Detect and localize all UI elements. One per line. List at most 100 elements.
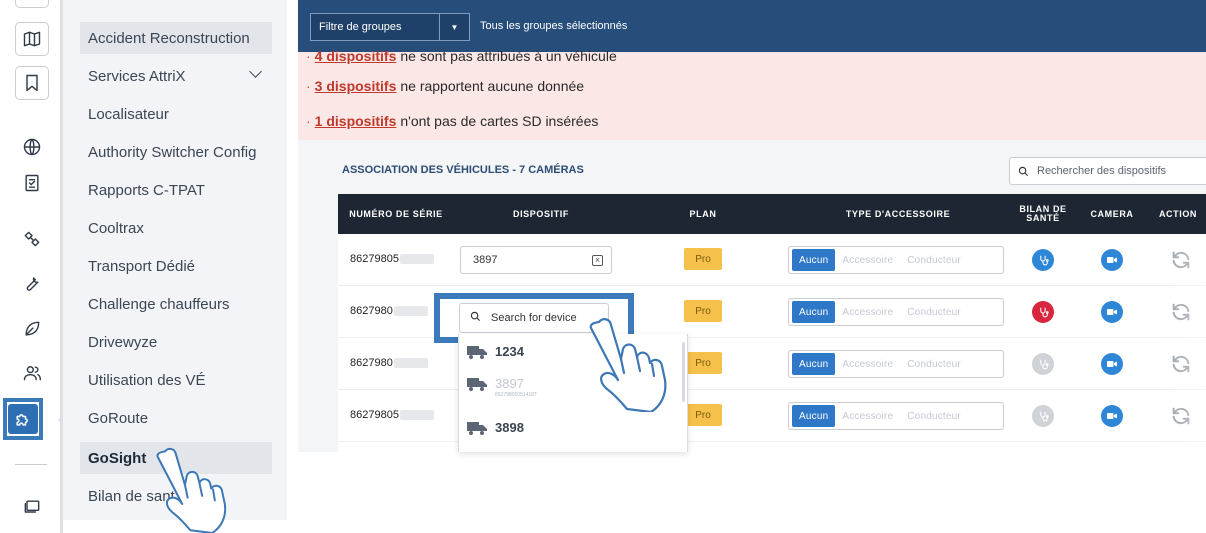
camera-icon[interactable]	[1101, 405, 1123, 427]
submenu-item-cooltrax[interactable]: Cooltrax	[80, 212, 272, 244]
chat-icon[interactable]	[15, 490, 49, 524]
submenu-item-authority-switcher[interactable]: Authority Switcher Config	[80, 136, 272, 168]
serial-number: 8627980	[350, 305, 393, 317]
caret-down-icon[interactable]: ▼	[439, 14, 469, 40]
plan-badge: Pro	[684, 404, 722, 426]
accessory-option-accessory[interactable]: Accessoire	[835, 353, 900, 375]
submenu-item-label: Cooltrax	[88, 219, 144, 237]
serial-redaction	[393, 306, 428, 317]
camera-icon[interactable]	[1101, 249, 1123, 271]
accessory-option-none[interactable]: Aucun	[792, 353, 836, 375]
globe-icon[interactable]	[15, 130, 49, 164]
device-option[interactable]: 3898	[467, 420, 524, 435]
addins-submenu: Accident Reconstruction Services AttriX …	[63, 0, 287, 520]
accessory-option-driver[interactable]: Conducteur	[900, 353, 968, 375]
submenu-item-label: Authority Switcher Config	[88, 143, 257, 161]
alert-text: ne rapportent aucune donnée	[400, 78, 585, 94]
submenu-item-localisateur[interactable]: Localisateur	[80, 98, 272, 130]
alert-count-link[interactable]: 4 dispositifs	[315, 48, 397, 64]
accessory-option-accessory[interactable]: Accessoire	[835, 249, 900, 271]
report-icon[interactable]	[15, 166, 49, 200]
submenu-item-label: Accident Reconstruction	[88, 29, 250, 47]
serial-number: 86279805	[350, 409, 399, 421]
submenu-item-transport-dedie[interactable]: Transport Dédié	[80, 250, 272, 282]
submenu-item-accident-reconstruction[interactable]: Accident Reconstruction	[80, 22, 272, 54]
alert-no-data: · 3 dispositifs ne rapportent aucune donné…	[306, 78, 585, 94]
dropdown-scrollbar[interactable]	[682, 342, 685, 402]
accessory-option-driver[interactable]: Conducteur	[900, 405, 968, 427]
submenu-item-utilisation-ve[interactable]: Utilisation des VÉ	[80, 364, 272, 396]
device-option-name: 3897	[495, 376, 524, 391]
section-title: ASSOCIATION DES VÉHICULES - 7 CAMÉRAS	[342, 164, 584, 176]
camera-icon[interactable]	[1101, 353, 1123, 375]
submenu-item-drivewyze[interactable]: Drivewyze	[80, 326, 272, 358]
stethoscope-icon[interactable]	[1032, 249, 1054, 271]
alert-no-sd: · 1 dispositifs n'ont pas de cartes SD ins…	[306, 113, 599, 129]
camera-icon[interactable]	[1101, 301, 1123, 323]
device-value: 3897	[473, 254, 498, 266]
accessory-option-accessory[interactable]: Accessoire	[835, 301, 900, 323]
submenu-item-label: Utilisation des VÉ	[88, 371, 206, 389]
column-header-health[interactable]: BILAN DE SANTÉ	[1018, 194, 1068, 234]
people-icon[interactable]	[15, 356, 49, 390]
stethoscope-icon[interactable]	[1032, 301, 1054, 323]
leaf-icon[interactable]	[15, 312, 49, 346]
alert-count-link[interactable]: 3 dispositifs	[315, 78, 397, 94]
accessory-segmented-control: Aucun Accessoire Conducteur	[788, 246, 1004, 274]
accessory-option-none[interactable]: Aucun	[792, 405, 836, 427]
truck-icon	[467, 421, 487, 435]
device-select[interactable]: 3897 ×	[460, 246, 612, 274]
serial-number: 8627980	[350, 357, 393, 369]
submenu-item-label: Transport Dédié	[88, 257, 195, 275]
column-header-camera[interactable]: CAMERA	[1084, 194, 1140, 234]
submenu-item-label: Rapports C-TPAT	[88, 181, 205, 199]
plan-badge: Pro	[684, 248, 722, 270]
device-option[interactable]: 1234	[467, 344, 524, 359]
accessory-option-driver[interactable]: Conducteur	[900, 301, 968, 323]
stethoscope-icon[interactable]	[1032, 405, 1054, 427]
accessory-option-driver[interactable]: Conducteur	[900, 249, 968, 271]
device-option[interactable]: 3897	[467, 376, 524, 391]
submenu-item-label: Services AttriX	[88, 67, 186, 85]
column-header-accessory[interactable]: TYPE D'ACCESSOIRE	[798, 194, 998, 234]
serial-cell: 8627980	[350, 305, 428, 317]
device-search-placeholder: Search for device	[491, 312, 577, 324]
plan-badge: Pro	[684, 352, 722, 374]
accessory-option-none[interactable]: Aucun	[792, 249, 836, 271]
column-header-plan[interactable]: PLAN	[668, 194, 738, 234]
icon-rail	[0, 0, 60, 533]
pointer-hand-icon	[148, 446, 240, 533]
submenu-item-services-attrix[interactable]: Services AttriX	[80, 60, 272, 92]
alert-count-link[interactable]: 1 dispositifs	[315, 113, 397, 129]
chevron-down-icon	[249, 65, 262, 78]
accessory-option-accessory[interactable]: Accessoire	[835, 405, 900, 427]
device-option-name: 3898	[495, 420, 524, 435]
clear-icon[interactable]: ×	[592, 255, 603, 266]
alerts-panel: · 4 dispositifs ne sont pas attribués à un…	[298, 48, 1206, 140]
satellite-icon[interactable]	[15, 222, 49, 256]
bookmark-icon[interactable]	[15, 66, 49, 100]
serial-cell: 86279805	[350, 253, 434, 265]
gosight-main-panel: Filtre de groupes ▼ Tous les groupes sél…	[298, 0, 1206, 452]
puzzle-icon[interactable]	[8, 404, 38, 434]
pointer-hand-icon	[585, 316, 677, 414]
search-icon	[470, 311, 481, 325]
serial-cell: 86279805	[350, 409, 434, 421]
submenu-item-label: Challenge chauffeurs	[88, 295, 230, 313]
alert-text: ne sont pas attribués à un véhicule	[400, 48, 617, 64]
serial-redaction	[399, 410, 434, 421]
column-header-device[interactable]: DISPOSITIF	[466, 194, 616, 234]
device-search-field[interactable]: Rechercher des dispositifs	[1009, 157, 1206, 185]
device-option-name: 1234	[495, 344, 524, 359]
map-icon[interactable]	[15, 22, 49, 56]
wrench-icon[interactable]	[15, 266, 49, 300]
accessory-option-none[interactable]: Aucun	[792, 301, 836, 323]
column-header-serial[interactable]: NUMÉRO DE SÉRIE	[338, 194, 454, 234]
submenu-item-goroute[interactable]: GoRoute	[80, 402, 272, 434]
group-filter-dropdown[interactable]: Filtre de groupes ▼	[310, 13, 470, 41]
plan-badge: Pro	[684, 300, 722, 322]
submenu-item-rapports-ctpat[interactable]: Rapports C-TPAT	[80, 174, 272, 206]
column-header-action[interactable]: ACTION	[1150, 194, 1206, 234]
submenu-item-challenge-chauffeurs[interactable]: Challenge chauffeurs	[80, 288, 272, 320]
stethoscope-icon[interactable]	[1032, 353, 1054, 375]
